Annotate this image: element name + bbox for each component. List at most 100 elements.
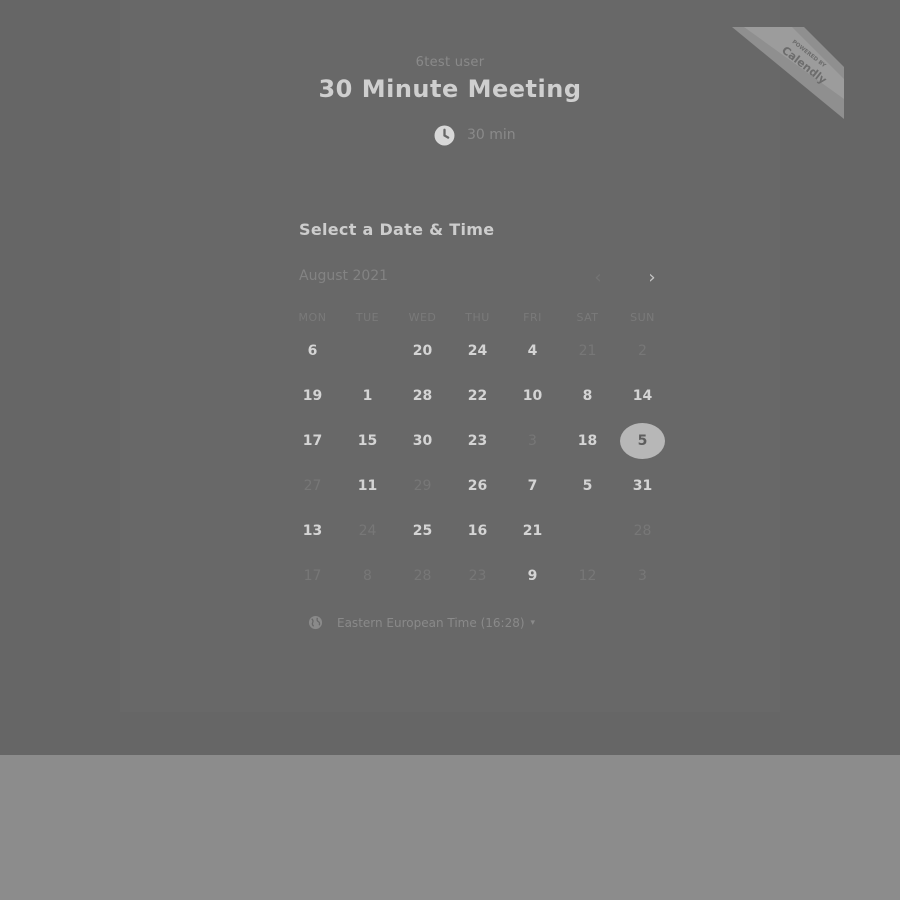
globe-icon [308,615,323,630]
day-label: 20 [412,342,433,359]
calendar-day: 8 [340,553,395,598]
calendar-day[interactable]: 22 [450,373,505,418]
calendar-day[interactable]: 23 [450,418,505,463]
weekday-label: SUN [630,311,655,324]
weekday-label: WED [408,311,437,324]
day-label: 22 [467,387,488,404]
calendar-day[interactable]: 21 [505,508,560,553]
calendar-day[interactable]: 31 [615,463,670,508]
day-label: 11 [357,477,378,494]
next-month-button[interactable]: › [642,267,662,288]
day-label: 23 [468,567,487,584]
day-label: 27 [303,477,322,494]
calendar-day: 12 [560,553,615,598]
calendar-day[interactable]: 14 [615,373,670,418]
timezone-selector[interactable]: Eastern European Time (16:28) ▾ [308,615,535,630]
calendar-day[interactable]: 20 [395,328,450,373]
clock-icon [434,125,455,145]
calendar-day[interactable]: 24 [450,328,505,373]
day-label: 8 [363,567,372,584]
section-title: Select a Date & Time [299,220,495,239]
calendar-day: 28 [395,553,450,598]
day-label: 28 [633,522,652,539]
day-label: 16 [467,522,488,539]
day-label: 24 [467,342,488,359]
host-name: 6test user [415,55,485,70]
calendar-day[interactable]: 13 [285,508,340,553]
selected-day-label: 5 [620,422,665,459]
calendar-day[interactable]: 7 [505,463,560,508]
weekday-label: THU [465,311,490,324]
calendar-day: 3 [505,418,560,463]
day-label: 13 [302,522,323,539]
calendar-day[interactable]: 19 [285,373,340,418]
calendar-day: 29 [395,463,450,508]
calendar-day[interactable]: 5 [560,463,615,508]
prev-month-button[interactable]: ‹ [588,267,608,288]
calendar-day: 27 [285,463,340,508]
day-label: 24 [358,522,377,539]
calendar-day[interactable]: 18 [560,418,615,463]
weekday-header: MON TUE WED THU FRI SAT SUN [285,311,670,324]
day-label: 14 [632,387,653,404]
day-label: 21 [578,342,597,359]
day-label: 29 [413,477,432,494]
calendar-day [560,508,615,553]
day-label: 9 [527,567,538,584]
month-label: August 2021 [299,268,389,284]
calendar-day-selected[interactable]: 5 [615,418,670,463]
calendar-day[interactable]: 30 [395,418,450,463]
day-label: 28 [413,567,432,584]
calendar-day[interactable]: 16 [450,508,505,553]
calendar-day[interactable]: 10 [505,373,560,418]
weekday-label: TUE [355,311,380,324]
event-title: 30 Minute Meeting [318,75,582,103]
calendar-day[interactable]: 15 [340,418,395,463]
day-label: 17 [303,567,322,584]
day-label: 19 [302,387,323,404]
calendar-grid: 6 20 24 4 21 2 19 1 28 22 10 8 14 17 15 30 23 3 18 5 27 11 29 2… [285,328,670,598]
calendar-day[interactable]: 11 [340,463,395,508]
day-label: 4 [527,342,538,359]
weekday-label: FRI [523,311,542,324]
day-label: 6 [307,342,318,359]
calendar-day[interactable]: 8 [560,373,615,418]
day-label: 17 [302,432,323,449]
event-duration: 30 min [434,124,516,146]
calendar-day[interactable]: 1 [340,373,395,418]
calendar-day: 24 [340,508,395,553]
calendar-day [340,328,395,373]
powered-by-calendly-badge[interactable]: POWERED BY Calendly [732,27,844,119]
calendar-day[interactable]: 6 [285,328,340,373]
calendar-day[interactable]: 28 [395,373,450,418]
day-label: 3 [638,567,647,584]
day-label: 18 [577,432,598,449]
calendar-day[interactable]: 9 [505,553,560,598]
day-label: 10 [522,387,543,404]
day-label: 2 [638,342,647,359]
day-label: 5 [582,477,593,494]
calendar-day[interactable]: 25 [395,508,450,553]
day-label: 23 [467,432,488,449]
day-label: 8 [582,387,593,404]
calendar-day: 23 [450,553,505,598]
day-label: 30 [412,432,433,449]
day-label: 21 [522,522,543,539]
calendar-day: 28 [615,508,670,553]
day-label: 12 [578,567,597,584]
day-label: 25 [412,522,433,539]
calendar-day[interactable]: 4 [505,328,560,373]
day-label: 3 [528,432,537,449]
duration-text: 30 min [467,127,516,143]
weekday-label: SAT [576,311,599,324]
weekday-label: MON [298,311,327,324]
calendar-day: 3 [615,553,670,598]
calendar-day[interactable]: 26 [450,463,505,508]
calendar-day: 21 [560,328,615,373]
day-label: 26 [467,477,488,494]
calendar-day[interactable]: 17 [285,418,340,463]
calendar-day: 17 [285,553,340,598]
day-label: 1 [362,387,373,404]
day-label: 28 [412,387,433,404]
timezone-label: Eastern European Time (16:28) [337,615,525,630]
